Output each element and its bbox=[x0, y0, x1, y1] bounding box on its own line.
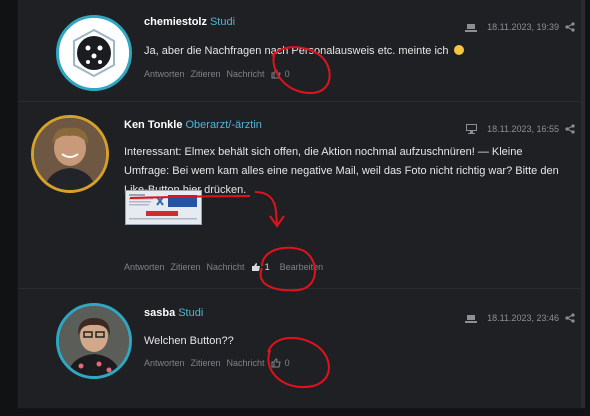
share-icon[interactable] bbox=[565, 313, 575, 323]
scrollbar[interactable] bbox=[581, 0, 585, 408]
quote-button[interactable]: Zitieren bbox=[171, 262, 201, 272]
laptop-icon bbox=[465, 314, 478, 323]
attachment-image-icon bbox=[126, 191, 201, 224]
post-date: 18.11.2023, 16:55 bbox=[487, 124, 559, 134]
reply-button[interactable]: Antworten bbox=[144, 358, 185, 368]
author-rank: Oberarzt/-ärztin bbox=[185, 119, 262, 131]
edit-button[interactable]: Bearbeiten bbox=[280, 262, 324, 272]
like-button[interactable]: 0 bbox=[271, 69, 290, 79]
laptop-icon bbox=[465, 23, 478, 32]
thumbs-up-icon bbox=[271, 358, 281, 368]
quote-button[interactable]: Zitieren bbox=[191, 358, 221, 368]
post-ken-tonkle: Ken Tonkle Oberarzt/-ärztin 18.11.2023, 1… bbox=[18, 102, 585, 287]
molecule-icon bbox=[59, 18, 129, 88]
reply-button[interactable]: Antworten bbox=[124, 262, 165, 272]
post-text: Welchen Button?? bbox=[144, 335, 234, 347]
author-name[interactable]: sasba Studi bbox=[144, 307, 203, 319]
avatar[interactable] bbox=[31, 115, 109, 193]
message-button[interactable]: Nachricht bbox=[227, 358, 265, 368]
post-actions: Antworten Zitieren Nachricht 0 bbox=[144, 69, 290, 79]
thumbs-up-icon bbox=[251, 263, 260, 271]
author-username[interactable]: sasba bbox=[144, 307, 175, 319]
like-count: 0 bbox=[284, 358, 290, 368]
post-actions: Antworten Zitieren Nachricht 0 bbox=[144, 358, 290, 368]
post-meta: 18.11.2023, 19:39 bbox=[465, 22, 575, 32]
post-date: 18.11.2023, 23:46 bbox=[487, 313, 559, 323]
user-photo-icon bbox=[34, 118, 106, 190]
thumbs-up-icon bbox=[271, 69, 281, 79]
user-photo-icon bbox=[59, 306, 129, 376]
like-button[interactable]: 0 bbox=[271, 358, 290, 368]
author-username[interactable]: chemiestolz bbox=[144, 16, 207, 28]
share-icon[interactable] bbox=[565, 22, 575, 32]
attachment-thumbnail[interactable] bbox=[125, 190, 202, 225]
reply-button[interactable]: Antworten bbox=[144, 69, 185, 79]
message-button[interactable]: Nachricht bbox=[227, 69, 265, 79]
avatar[interactable] bbox=[56, 15, 132, 91]
like-button[interactable]: 1 bbox=[251, 262, 270, 272]
smile-emoji-icon bbox=[453, 45, 464, 55]
author-name[interactable]: Ken Tonkle Oberarzt/-ärztin bbox=[124, 119, 262, 131]
post-date: 18.11.2023, 19:39 bbox=[487, 22, 559, 32]
share-icon[interactable] bbox=[565, 124, 575, 134]
message-button[interactable]: Nachricht bbox=[207, 262, 245, 272]
forum-thread: chemiestolz Studi 18.11.2023, 19:39 Ja, a… bbox=[18, 0, 585, 408]
post-meta: 18.11.2023, 16:55 bbox=[466, 124, 575, 134]
author-rank: Studi bbox=[178, 307, 204, 319]
post-meta: 18.11.2023, 23:46 bbox=[465, 313, 575, 323]
author-rank: Studi bbox=[209, 16, 236, 28]
post-sasba: sasba Studi 18.11.2023, 23:46 Welchen But… bbox=[18, 289, 585, 404]
quote-button[interactable]: Zitieren bbox=[191, 69, 221, 79]
post-chemiestolz: chemiestolz Studi 18.11.2023, 19:39 Ja, a… bbox=[18, 0, 585, 100]
desktop-icon bbox=[466, 124, 478, 134]
post-actions: Antworten Zitieren Nachricht 1 Bearbeite… bbox=[124, 262, 323, 272]
post-text: Ja, aber die Nachfragen nach Personalaus… bbox=[144, 42, 564, 61]
author-name[interactable]: chemiestolz Studi bbox=[144, 16, 235, 28]
author-username[interactable]: Ken Tonkle bbox=[124, 119, 182, 131]
like-count: 0 bbox=[284, 69, 290, 79]
avatar[interactable] bbox=[56, 303, 132, 379]
like-count: 1 bbox=[264, 262, 270, 272]
